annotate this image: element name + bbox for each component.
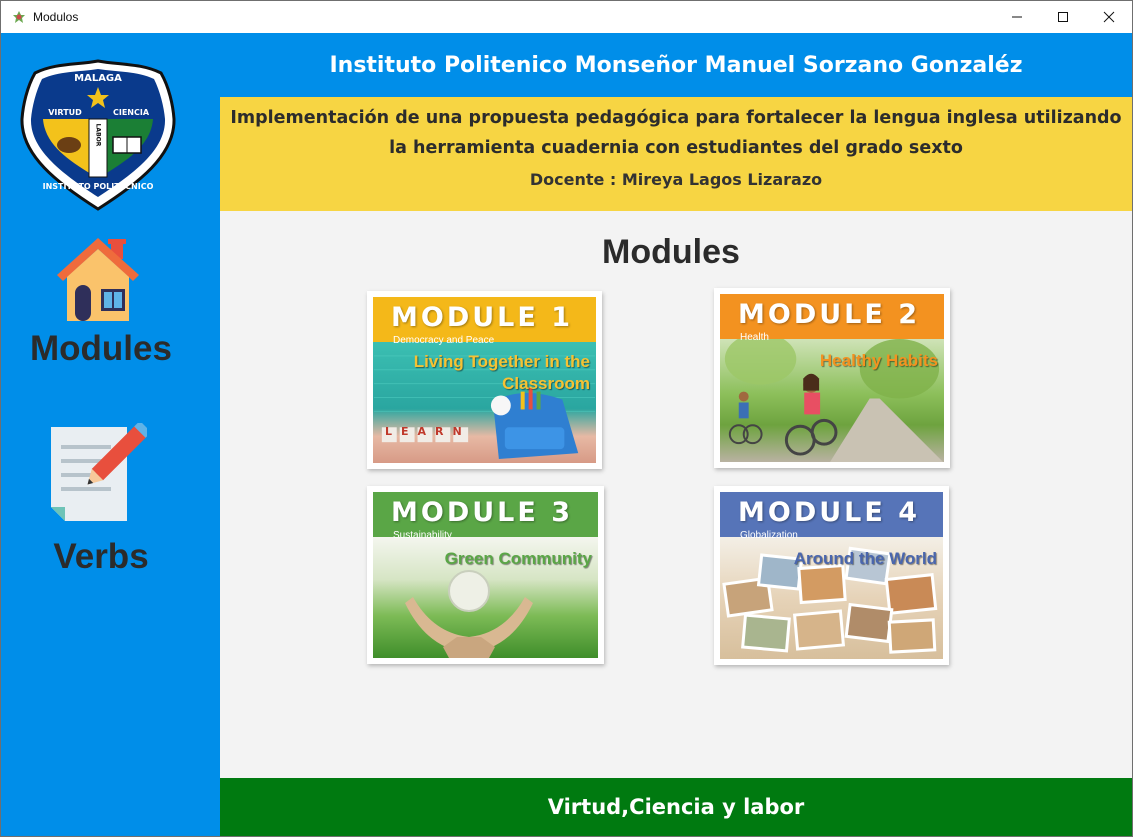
module-4-thumbnail: MODULE 4 Globalization Around the World	[720, 492, 943, 659]
module-4-topic-line1: Around the World	[793, 549, 937, 568]
module-3-subtheme: Sustainability	[393, 530, 452, 541]
module-3-topic-line1: Green Community	[444, 549, 592, 568]
module-1-topic-line1: Living Together in the	[413, 352, 590, 371]
app-icon	[13, 11, 25, 23]
logo-right-text: CIENCIA	[113, 108, 150, 117]
sidebar-item-modules[interactable]: Modules	[1, 233, 220, 373]
module-4-title: MODULE 4	[738, 497, 920, 528]
footer-motto: Virtud,Ciencia y labor	[547, 795, 805, 819]
close-button[interactable]	[1086, 1, 1132, 33]
window-controls	[994, 1, 1132, 33]
module-1-photo-text: LEARN	[385, 425, 471, 438]
module-1-card[interactable]: LEARN MODULE 1 Democracy and Peace Livin…	[367, 291, 602, 469]
module-1-title: MODULE 1	[391, 302, 573, 333]
project-title-line2: la herramienta cuadernia con estudiantes…	[389, 138, 963, 158]
minimize-button[interactable]	[994, 1, 1040, 33]
minimize-icon	[1012, 16, 1022, 18]
project-title: Implementación de una propuesta pedagógi…	[230, 103, 1122, 163]
project-banner: Implementación de una propuesta pedagógi…	[220, 97, 1132, 211]
maximize-icon	[1058, 12, 1068, 22]
home-icon	[57, 238, 139, 321]
logo-bottom-text: INSTITUTO POLITECNICO	[43, 182, 154, 191]
logo-top-text: MALAGA	[74, 73, 122, 84]
module-1-topic-line2: Classroom	[502, 374, 590, 393]
module-2-thumbnail: MODULE 2 Health Healthy Habits	[720, 294, 944, 462]
sidebar-item-verbs-label: Verbs	[53, 537, 149, 576]
module-1-thumbnail: LEARN MODULE 1 Democracy and Peace Livin…	[373, 297, 596, 463]
sidebar: MALAGA VIRTUD CIENCIA LABOR INSTITUTO PO…	[1, 33, 220, 836]
module-4-card[interactable]: MODULE 4 Globalization Around the World	[714, 486, 949, 665]
window-title: Modulos	[33, 10, 79, 24]
module-1-subtheme: Democracy and Peace	[393, 335, 495, 346]
notepad-pencil-icon	[51, 423, 147, 521]
app-window: Modulos MALAGA VIRTUD CIENCIA LABOR INST…	[0, 0, 1133, 837]
module-4-subtheme: Globalization	[740, 530, 798, 541]
title-bar[interactable]: Modulos	[1, 1, 1132, 33]
sidebar-item-verbs[interactable]: Verbs	[1, 421, 220, 591]
module-2-card[interactable]: MODULE 2 Health Healthy Habits	[714, 288, 950, 468]
sidebar-item-modules-label: Modules	[30, 329, 172, 368]
logo-center-text: LABOR	[95, 124, 102, 147]
footer: Virtud,Ciencia y labor	[220, 778, 1132, 836]
module-2-title: MODULE 2	[738, 299, 920, 330]
page-title: Modules	[602, 233, 740, 271]
school-crest-logo: MALAGA VIRTUD CIENCIA LABOR INSTITUTO PO…	[20, 59, 176, 211]
close-icon	[1103, 11, 1115, 23]
institution-name: Instituto Politenico Monseñor Manuel Sor…	[329, 52, 1023, 78]
module-2-topic-line1: Healthy Habits	[819, 351, 938, 370]
module-3-title: MODULE 3	[391, 497, 573, 528]
module-1-topic: Living Together in the Classroom	[414, 351, 590, 395]
teacher-name: Docente : Mireya Lagos Lizarazo	[529, 170, 823, 189]
module-2-topic: Healthy Habits	[820, 350, 938, 372]
institution-header: Instituto Politenico Monseñor Manuel Sor…	[220, 33, 1132, 97]
module-3-topic: Green Community	[445, 548, 592, 570]
module-4-topic: Around the World	[794, 548, 937, 570]
module-3-thumbnail: MODULE 3 Sustainability Green Community	[373, 492, 598, 658]
module-3-card[interactable]: MODULE 3 Sustainability Green Community	[367, 486, 604, 664]
maximize-button[interactable]	[1040, 1, 1086, 33]
project-title-line1: Implementación de una propuesta pedagógi…	[230, 108, 1122, 128]
module-2-subtheme: Health	[740, 332, 769, 343]
logo-left-text: VIRTUD	[48, 108, 82, 117]
